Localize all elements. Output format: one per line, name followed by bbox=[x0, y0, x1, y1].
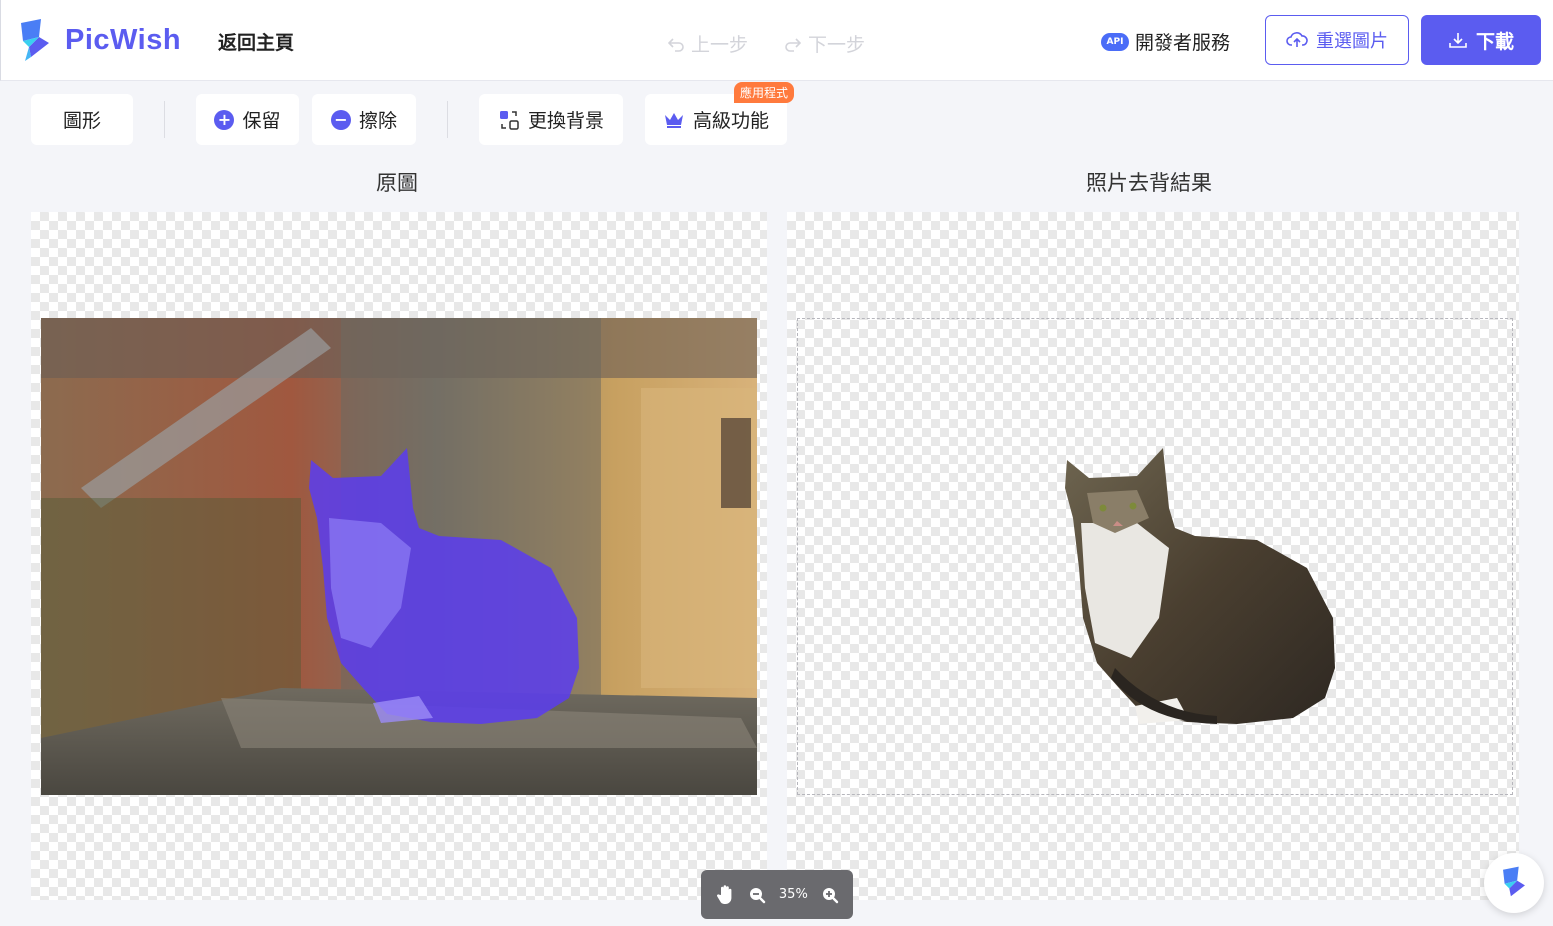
undo-icon bbox=[667, 37, 684, 52]
api-cloud-icon: API bbox=[1101, 32, 1129, 51]
zoom-out-icon bbox=[750, 887, 766, 903]
undo-button[interactable]: 上一步 bbox=[667, 30, 748, 57]
top-bar: PicWish 返回主頁 上一步 下一步 API 開發者服務 重選圖片 下載 bbox=[0, 0, 1553, 81]
shape-tool-button[interactable]: 圖形 bbox=[31, 94, 133, 145]
brand-name: PicWish bbox=[65, 23, 182, 56]
toolbar-divider bbox=[164, 101, 165, 138]
zoom-level: 35% bbox=[778, 887, 808, 902]
back-home-link[interactable]: 返回主頁 bbox=[218, 28, 294, 55]
picwish-logo-icon bbox=[21, 19, 49, 61]
download-label: 下載 bbox=[1475, 30, 1514, 53]
developer-service-link[interactable]: API 開發者服務 bbox=[1101, 28, 1230, 55]
plus-circle-icon: + bbox=[214, 109, 235, 130]
cutout-cat bbox=[1065, 448, 1335, 724]
advanced-features-label: 高級功能 bbox=[692, 110, 769, 132]
result-frame bbox=[797, 318, 1513, 795]
crown-icon bbox=[664, 112, 683, 128]
change-background-button[interactable]: 更換背景 bbox=[479, 94, 623, 145]
zoom-controls: 35% bbox=[701, 870, 853, 919]
shape-label: 圖形 bbox=[62, 110, 101, 132]
cat-photo-with-mask bbox=[41, 318, 757, 795]
swap-background-icon bbox=[499, 110, 519, 130]
reselect-label: 重選圖片 bbox=[1316, 31, 1388, 52]
erase-label: 擦除 bbox=[358, 110, 397, 132]
minus-circle-icon: − bbox=[330, 109, 351, 130]
redo-button[interactable]: 下一步 bbox=[784, 30, 865, 57]
result-panel-title: 照片去背結果 bbox=[1086, 171, 1212, 195]
keep-label: 保留 bbox=[242, 110, 281, 132]
download-icon bbox=[1449, 33, 1467, 48]
toolbar-divider bbox=[447, 101, 448, 138]
download-button[interactable]: 下載 bbox=[1421, 15, 1541, 65]
reselect-image-button[interactable]: 重選圖片 bbox=[1265, 15, 1409, 65]
original-panel-title: 原圖 bbox=[376, 171, 418, 195]
history-controls: 上一步 下一步 bbox=[667, 30, 865, 57]
upload-cloud-icon bbox=[1286, 32, 1308, 47]
keep-tool-button[interactable]: + 保留 bbox=[196, 94, 299, 145]
erase-tool-button[interactable]: − 擦除 bbox=[312, 94, 416, 145]
logo[interactable]: PicWish bbox=[17, 16, 181, 64]
help-floating-button[interactable] bbox=[1484, 853, 1544, 913]
pan-hand-button[interactable] bbox=[715, 884, 735, 906]
original-photo[interactable] bbox=[41, 318, 757, 795]
hand-icon bbox=[717, 884, 732, 904]
change-background-label: 更換背景 bbox=[527, 110, 604, 132]
redo-label: 下一步 bbox=[808, 34, 866, 56]
zoom-out-button[interactable] bbox=[748, 886, 766, 904]
undo-label: 上一步 bbox=[691, 34, 749, 56]
zoom-in-icon bbox=[822, 887, 838, 903]
picwish-mascot-icon bbox=[1503, 866, 1525, 897]
zoom-in-button[interactable] bbox=[821, 886, 839, 904]
developer-service-label: 開發者服務 bbox=[1135, 32, 1231, 54]
redo-icon bbox=[785, 37, 802, 52]
app-badge: 應用程式 bbox=[734, 82, 795, 103]
